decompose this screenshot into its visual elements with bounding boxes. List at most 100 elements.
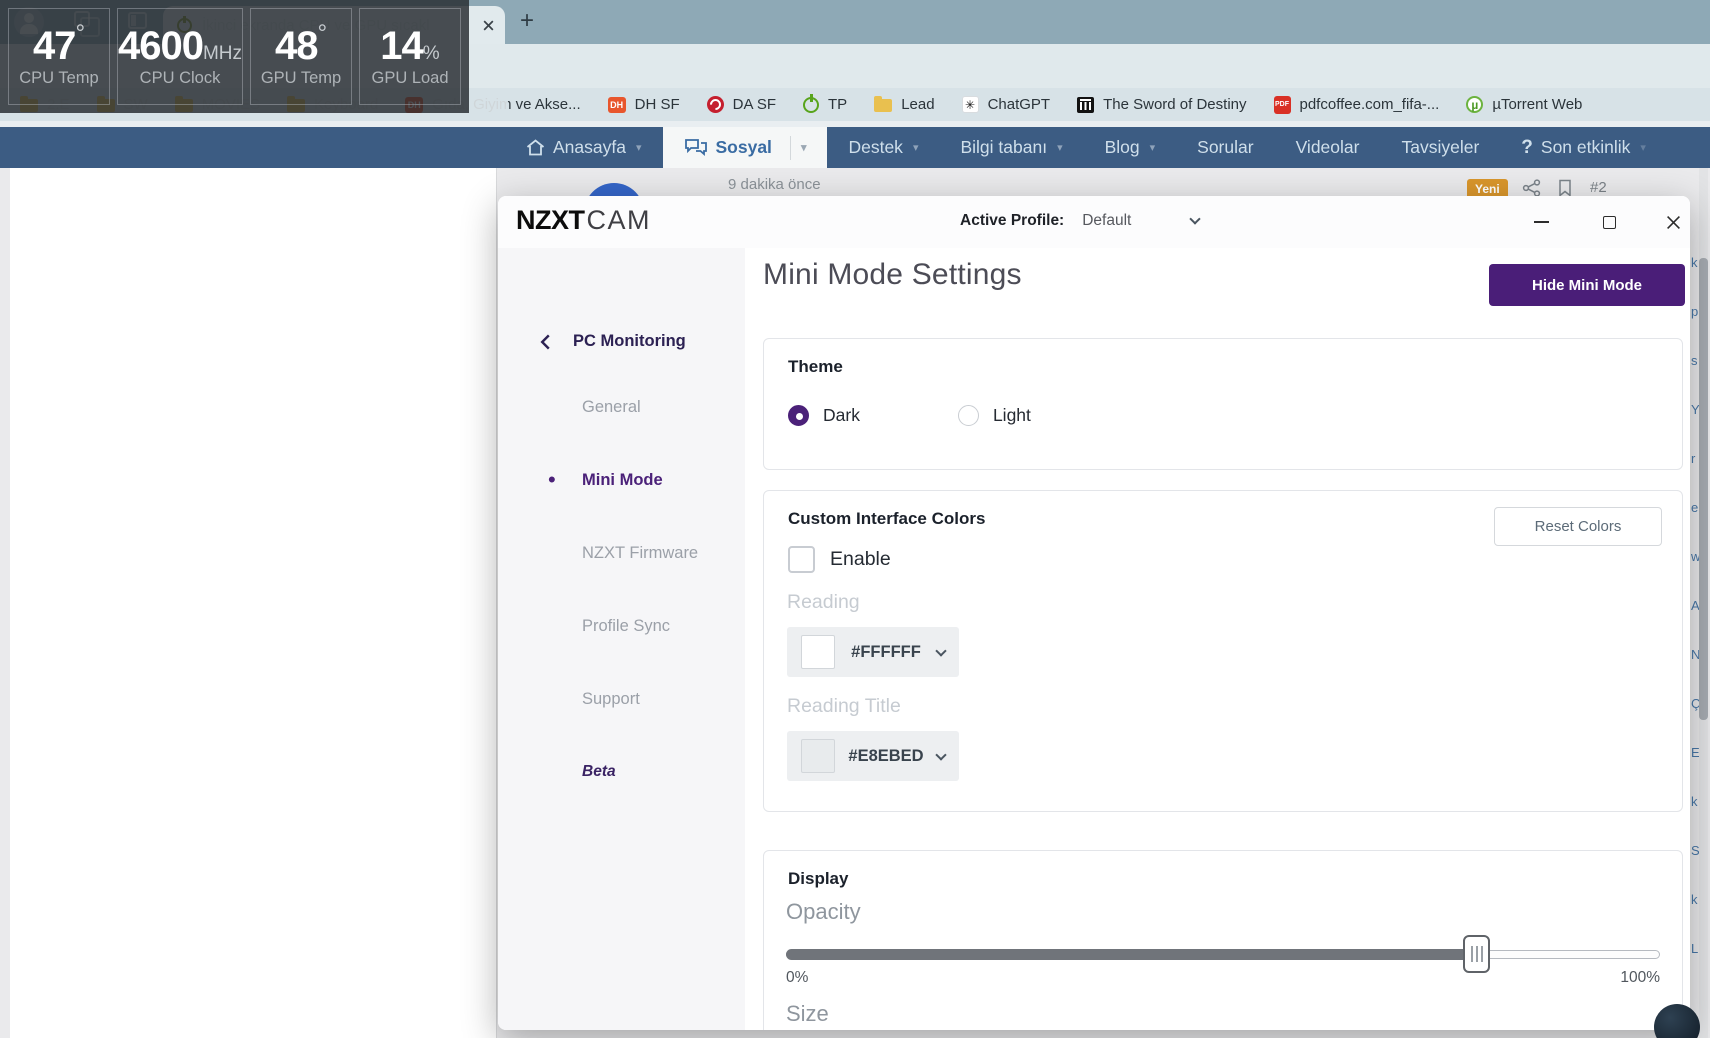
divider <box>789 135 791 160</box>
page-scrollbar-thumb[interactable] <box>1699 258 1708 720</box>
power-icon <box>803 93 820 113</box>
opacity-fill <box>786 949 1477 960</box>
size-label: Size <box>786 1001 829 1026</box>
reading-title-color-dropdown[interactable]: #E8EBED <box>787 731 959 781</box>
sidebar-item-beta[interactable]: Beta <box>582 763 616 781</box>
nav-sosyal[interactable]: Sosyal ▾ <box>662 127 828 168</box>
metric-cpu-clock: 4600MHz CPU Clock <box>116 8 244 105</box>
radio-light[interactable] <box>957 405 979 426</box>
chevron-down-icon <box>935 644 947 657</box>
new-tab-button[interactable]: + <box>512 6 542 36</box>
home-icon <box>526 139 545 156</box>
app-sidebar: PC Monitoring General • Mini Mode NZXT F… <box>498 248 745 1030</box>
metric-value: 14% <box>380 23 440 68</box>
theme-card: Theme Dark Light <box>763 338 1683 470</box>
color-swatch <box>801 635 835 669</box>
opacity-slider[interactable] <box>786 935 1660 973</box>
metric-label: CPU Temp <box>19 68 99 87</box>
window-header[interactable]: NZXT CAM Active Profile: Default <box>498 196 1690 248</box>
active-profile-label: Active Profile: <box>960 212 1065 229</box>
reading-label: Reading <box>787 591 860 613</box>
minimize-button[interactable] <box>1518 196 1564 248</box>
opacity-max: 100% <box>1620 969 1660 986</box>
opacity-thumb[interactable] <box>1463 935 1491 973</box>
metric-gpu-temp: 48° GPU Temp <box>250 8 353 105</box>
radio-dark[interactable] <box>788 405 809 426</box>
sidebar-item-support[interactable]: Support <box>582 690 640 709</box>
sidebar-item-general[interactable]: General <box>582 398 641 417</box>
active-item-bullet: • <box>548 467 556 492</box>
metric-cpu-temp: 47° CPU Temp <box>8 8 110 105</box>
hide-mini-mode-button[interactable]: Hide Mini Mode <box>1489 264 1685 306</box>
metric-value: 4600MHz <box>117 23 243 68</box>
sidebar-item-mini-mode[interactable]: Mini Mode <box>582 471 663 490</box>
bookmark-item[interactable]: DA SF <box>706 96 776 113</box>
metric-value: 47° <box>32 19 86 68</box>
chatgpt-icon <box>961 96 979 113</box>
display-heading: Display <box>788 869 849 888</box>
post-timestamp: 9 dakika önce <box>728 176 821 193</box>
metric-label: CPU Clock <box>139 68 221 87</box>
chevron-left-icon <box>540 334 550 349</box>
nav-bilgi-tabani[interactable]: Bilgi tabanı ▾ <box>939 127 1083 168</box>
bookmark-item[interactable]: The Sword of Destiny <box>1077 96 1247 113</box>
metric-value: 48° <box>274 19 328 68</box>
chevron-down-icon: ▾ <box>1149 142 1156 154</box>
bank-icon <box>1077 96 1095 113</box>
reading-color-dropdown[interactable]: #FFFFFF <box>787 627 959 677</box>
display-card: Display Opacity 0% 100% Size <box>763 850 1683 1030</box>
chevron-down-icon[interactable]: ▾ <box>801 141 807 154</box>
chevron-down-icon: ▾ <box>1640 142 1646 154</box>
chevron-down-icon: ▾ <box>635 142 642 154</box>
chevron-down-icon <box>1189 213 1202 225</box>
custom-colors-card: Custom Interface Colors Reset Colors Ena… <box>763 490 1683 812</box>
bookmark-item[interactable]: pdfcoffee.com_fifa-... <box>1273 95 1439 114</box>
webpage-content-panel <box>10 168 497 1038</box>
bookmark-item[interactable]: TP <box>803 93 847 113</box>
nav-blog[interactable]: Blog ▾ <box>1084 127 1177 168</box>
nav-son-etkinlik[interactable]: ? Son etkinlik ▾ <box>1500 127 1667 168</box>
radio-dark-label[interactable]: Dark <box>823 405 860 426</box>
radio-light-label[interactable]: Light <box>993 405 1031 426</box>
bookmark-item[interactable]: µTorrent Web <box>1466 96 1582 113</box>
color-value: #FFFFFF <box>851 642 921 661</box>
sidebar-item-nzxt-firmware[interactable]: NZXT Firmware <box>582 544 698 563</box>
bookmark-item[interactable]: DH SF <box>607 96 680 113</box>
opacity-min: 0% <box>786 969 809 986</box>
nav-anasayfa[interactable]: Anasayfa ▾ <box>505 127 663 168</box>
nav-tavsiyeler[interactable]: Tavsiyeler <box>1380 127 1500 168</box>
utorrent-icon <box>1466 96 1484 113</box>
bookmark-item[interactable]: ChatGPT <box>961 96 1050 113</box>
chevron-down-icon <box>935 748 947 761</box>
sidebar-back-pc-monitoring[interactable]: PC Monitoring <box>540 332 686 351</box>
maximize-button[interactable] <box>1586 196 1632 248</box>
nav-sorular[interactable]: Sorular <box>1176 127 1274 168</box>
metric-label: GPU Temp <box>260 68 342 87</box>
bookmark-item[interactable]: Lead <box>874 96 935 113</box>
question-icon: ? <box>1521 136 1533 158</box>
theme-heading: Theme <box>788 357 843 376</box>
da-icon <box>706 96 724 113</box>
enable-label[interactable]: Enable <box>830 548 891 571</box>
mini-mode-overlay[interactable]: 47° CPU Temp 4600MHz CPU Clock 48° GPU T… <box>0 0 469 113</box>
chat-icon <box>684 138 708 157</box>
color-value: #E8EBED <box>848 746 924 765</box>
color-swatch <box>801 739 835 773</box>
nav-videolar[interactable]: Videolar <box>1275 127 1381 168</box>
reset-colors-button[interactable]: Reset Colors <box>1494 507 1662 546</box>
page-title: Mini Mode Settings <box>763 258 1022 291</box>
post-number[interactable]: #2 <box>1590 179 1607 196</box>
nav-destek[interactable]: Destek ▾ <box>827 127 939 168</box>
active-profile-dropdown[interactable]: Active Profile: Default <box>960 212 1202 230</box>
site-navbar: Anasayfa ▾ Sosyal ▾ Destek ▾ Bilgi tabanı ▾ … <box>0 127 1710 168</box>
nzxt-cam-window: NZXT CAM Active Profile: Default PC Monit… <box>498 196 1690 1030</box>
pdf-icon <box>1273 95 1291 114</box>
tab-close-icon[interactable] <box>482 19 495 32</box>
metric-gpu-load: 14% GPU Load <box>359 8 461 105</box>
sidebar-item-profile-sync[interactable]: Profile Sync <box>582 617 670 636</box>
close-button[interactable] <box>1650 196 1690 248</box>
dh-icon <box>607 96 626 113</box>
opacity-label: Opacity <box>786 899 861 924</box>
folder-icon <box>874 96 893 112</box>
enable-checkbox[interactable] <box>788 546 815 573</box>
